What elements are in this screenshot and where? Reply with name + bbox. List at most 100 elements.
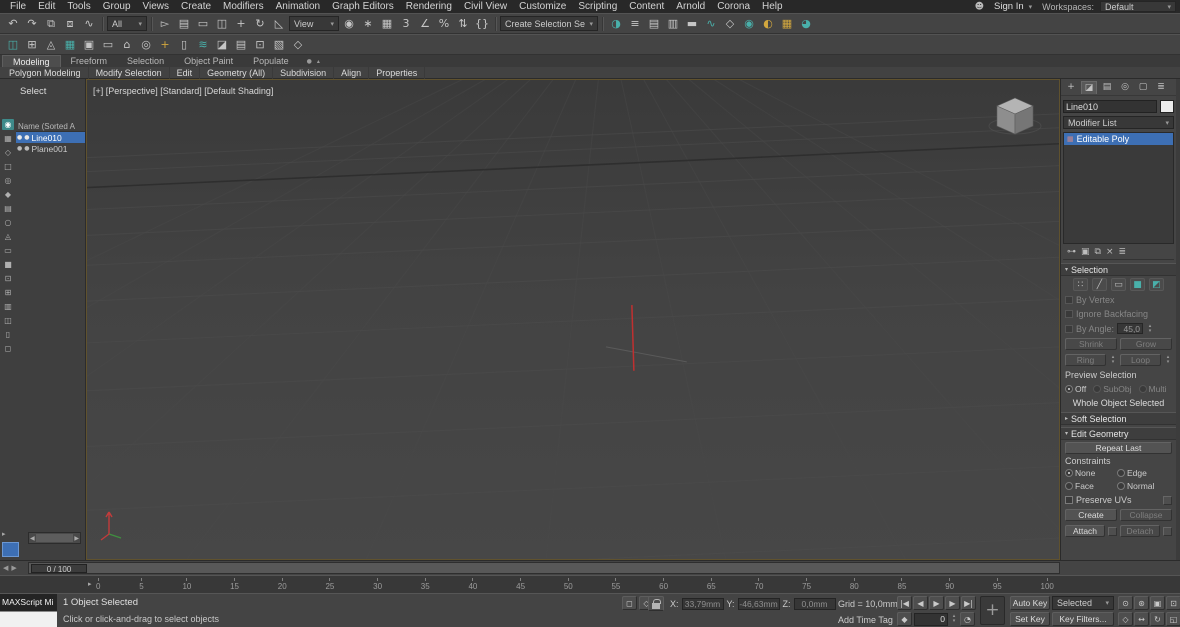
go-to-end-icon[interactable]: ▶| <box>961 596 976 610</box>
menu-item[interactable]: Create <box>175 0 217 13</box>
add-time-tag[interactable]: Add Time Tag <box>838 615 893 625</box>
explorer-filter-icon[interactable]: ◬ <box>2 231 14 242</box>
key-filters-button[interactable]: Key Filters... <box>1052 612 1114 626</box>
select-and-move-icon[interactable]: + <box>232 15 250 32</box>
toolbar2-icon[interactable]: ◫ <box>4 36 22 53</box>
explorer-filter-icon[interactable]: ◆ <box>2 189 14 200</box>
ribbon-subtab[interactable]: Subdivision <box>273 66 335 79</box>
menu-item[interactable]: Arnold <box>670 0 711 13</box>
set-key-button[interactable]: Set Key <box>1010 612 1050 626</box>
explorer-filter-icon[interactable]: ◻ <box>2 343 14 354</box>
ring-spinner[interactable] <box>1109 355 1117 366</box>
toolbar2-icon[interactable]: ◇ <box>289 36 307 53</box>
explorer-horizontal-scrollbar[interactable]: ◀ ▶ <box>28 532 81 544</box>
previous-key-icon[interactable]: ◀ <box>3 564 8 572</box>
menu-item[interactable]: Group <box>97 0 137 13</box>
menu-item[interactable]: Corona <box>711 0 756 13</box>
menu-item[interactable]: Graph Editors <box>326 0 400 13</box>
toolbar2-icon[interactable]: ◎ <box>137 36 155 53</box>
frame-tick-label[interactable]: 30 <box>373 578 382 591</box>
loop-button[interactable]: Loop <box>1120 354 1161 366</box>
radio-icon[interactable] <box>1117 482 1125 490</box>
select-by-name-icon[interactable]: ▤ <box>175 15 193 32</box>
radio-icon[interactable] <box>1065 482 1073 490</box>
layout-tabs-flyout-icon[interactable]: ▸ <box>2 530 6 538</box>
rendered-frame-icon[interactable]: ▦ <box>778 15 796 32</box>
toolbar2-icon[interactable]: ▦ <box>61 36 79 53</box>
mirror-icon[interactable]: ◑ <box>607 15 625 32</box>
frame-tick-label[interactable]: 25 <box>325 578 334 591</box>
orbit-icon[interactable]: ↻ <box>1150 612 1165 626</box>
grow-button[interactable]: Grow <box>1120 338 1172 350</box>
curve-editor-icon[interactable]: ∿ <box>702 15 720 32</box>
ring-button[interactable]: Ring <box>1065 354 1106 366</box>
toolbar2-icon[interactable]: + <box>156 36 174 53</box>
frame-tick-label[interactable]: 15 <box>230 578 239 591</box>
spinner-snap-icon[interactable]: ⇅ <box>454 15 472 32</box>
show-end-result-icon[interactable]: ▣ <box>1081 247 1090 257</box>
explorer-filter-icon[interactable]: ■ <box>2 259 14 270</box>
by-angle-checkbox[interactable] <box>1065 324 1073 333</box>
rectangular-selection-region-icon[interactable]: ▭ <box>194 15 212 32</box>
viewcube[interactable] <box>985 90 1045 138</box>
explorer-filter-icon[interactable]: ◇ <box>2 147 14 158</box>
toolbar2-icon[interactable]: ▯ <box>175 36 193 53</box>
radio-icon[interactable] <box>1138 385 1147 393</box>
material-editor-icon[interactable]: ◉ <box>740 15 758 32</box>
configure-modifier-sets-icon[interactable]: ≣ <box>1119 247 1127 257</box>
rollout-header-soft-selection[interactable]: Soft Selection <box>1061 412 1176 425</box>
toolbar2-icon[interactable]: ▧ <box>270 36 288 53</box>
ribbon-subtab[interactable]: Modify Selection <box>89 66 170 79</box>
explorer-filter-icon[interactable]: ⊞ <box>2 287 14 298</box>
pin-stack-icon[interactable]: ⊶ <box>1067 247 1076 257</box>
use-pivot-center-icon[interactable]: ◉ <box>340 15 358 32</box>
align-icon[interactable]: ≡ <box>626 15 644 32</box>
ribbon-tab[interactable]: Modeling <box>2 55 61 67</box>
frame-spinner[interactable] <box>950 614 958 625</box>
menu-item[interactable]: Customize <box>513 0 572 13</box>
explorer-filter-icon[interactable]: ▦ <box>2 133 14 144</box>
radio-icon[interactable] <box>1065 385 1073 393</box>
sign-in-menu[interactable]: Sign In <box>990 1 1036 12</box>
frame-tick-label[interactable]: 75 <box>802 578 811 591</box>
menu-item[interactable]: Civil View <box>458 0 513 13</box>
angle-snap-icon[interactable]: ∠ <box>416 15 434 32</box>
current-frame-field[interactable] <box>914 612 948 626</box>
selection-set-key-dropdown[interactable]: Selected <box>1052 596 1114 610</box>
keyboard-override-icon[interactable]: ▦ <box>378 15 396 32</box>
perspective-viewport[interactable]: [+] [Perspective] [Standard] [Default Sh… <box>86 79 1060 560</box>
menu-item[interactable]: Rendering <box>400 0 458 13</box>
scene-object-row[interactable]: ● ● Line010 <box>16 132 85 143</box>
frame-tick-label[interactable]: 0 <box>96 578 100 591</box>
ribbon-tab[interactable]: Selection <box>117 55 174 67</box>
frame-tick-label[interactable]: 40 <box>468 578 477 591</box>
preserve-uvs-settings-button[interactable] <box>1163 495 1172 505</box>
viewport-label[interactable]: [+] [Perspective] [Standard] [Default Sh… <box>93 86 273 96</box>
vertex-subobject-icon[interactable]: ∷ <box>1073 278 1088 291</box>
unlink-selection-icon[interactable]: ⧈ <box>61 15 79 32</box>
layer-explorer-toggle-icon[interactable]: ▥ <box>664 15 682 32</box>
isolate-selection-toggle-icon[interactable]: ◻ <box>622 596 637 610</box>
detach-button[interactable]: Detach <box>1120 525 1160 537</box>
viewport-layout-tab[interactable] <box>2 542 19 557</box>
hierarchy-tab-icon[interactable]: ▤ <box>1099 81 1115 94</box>
create-tab-icon[interactable]: + <box>1063 81 1079 94</box>
frame-tick-label[interactable]: 5 <box>139 578 143 591</box>
menu-item[interactable]: Animation <box>270 0 326 13</box>
menu-item[interactable]: Help <box>756 0 789 13</box>
explorer-filter-icon[interactable]: ▥ <box>2 301 14 312</box>
frame-ruler[interactable]: ▸ 0 5 10 15 20 25 30 35 40 45 50 55 60 65 70 75 80 85 90 95… <box>0 575 1180 593</box>
menu-item[interactable]: Views <box>137 0 176 13</box>
explorer-filter-icon[interactable]: ⊡ <box>2 273 14 284</box>
frame-tick-label[interactable]: 45 <box>516 578 525 591</box>
visibility-icon[interactable]: ● <box>17 145 22 152</box>
frame-tick-label[interactable]: 90 <box>945 578 954 591</box>
menu-item[interactable]: Scripting <box>572 0 623 13</box>
time-configuration-button[interactable]: ◔ <box>960 612 975 626</box>
scene-explorer-toggle-icon[interactable]: ▤ <box>645 15 663 32</box>
y-coordinate-field[interactable] <box>737 598 780 610</box>
explorer-filter-icon[interactable]: ◫ <box>2 315 14 326</box>
explorer-filter-icon[interactable]: □ <box>2 161 14 172</box>
render-setup-icon[interactable]: ◐ <box>759 15 777 32</box>
explorer-filter-icon[interactable]: ▭ <box>2 245 14 256</box>
